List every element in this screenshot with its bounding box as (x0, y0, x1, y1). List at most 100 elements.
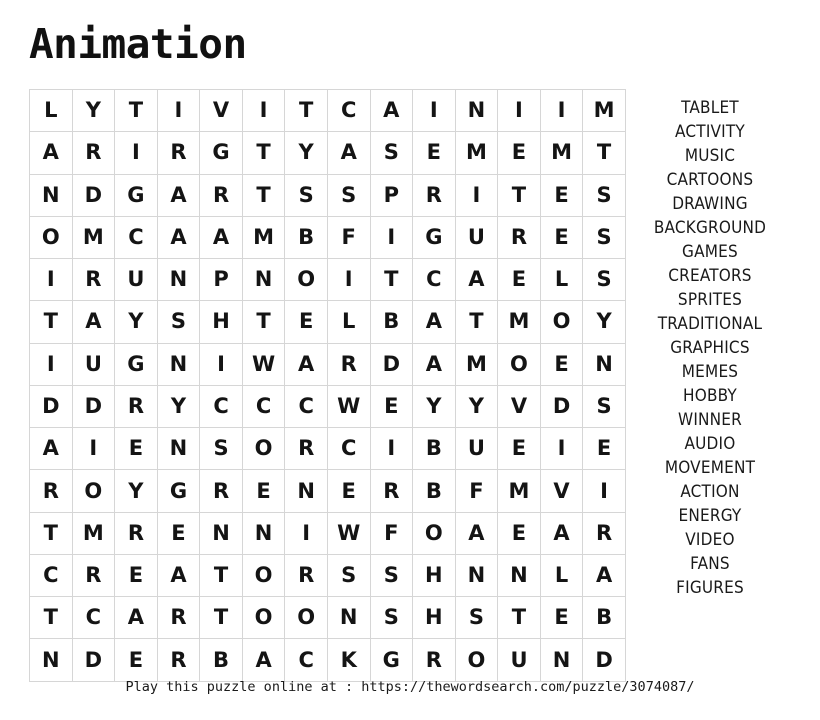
grid-cell[interactable]: G (114, 342, 158, 386)
word-list-item[interactable]: DRAWING (614, 192, 806, 216)
grid-cell[interactable]: A (241, 638, 286, 682)
grid-cell[interactable]: B (412, 469, 456, 513)
grid-cell[interactable]: N (454, 88, 499, 133)
grid-cell[interactable]: S (369, 596, 414, 640)
grid-cell[interactable]: T (284, 88, 328, 133)
grid-cell[interactable]: M (539, 131, 584, 175)
grid-cell[interactable]: V (199, 88, 243, 133)
grid-cell[interactable]: N (326, 596, 371, 640)
grid-cell[interactable]: A (114, 596, 158, 640)
grid-cell[interactable]: C (284, 638, 328, 682)
grid-cell[interactable]: W (326, 511, 371, 555)
grid-cell[interactable]: F (454, 469, 499, 513)
grid-cell[interactable]: N (241, 258, 286, 302)
grid-cell[interactable]: N (29, 638, 73, 682)
grid-cell[interactable]: S (326, 173, 371, 217)
grid-cell[interactable]: P (199, 258, 243, 302)
grid-cell[interactable]: S (284, 173, 328, 217)
grid-cell[interactable]: S (369, 131, 414, 175)
grid-cell[interactable]: R (199, 173, 243, 217)
grid-cell[interactable]: G (114, 173, 158, 217)
grid-cell[interactable]: A (29, 427, 73, 471)
grid-cell[interactable]: I (412, 88, 456, 133)
grid-cell[interactable]: O (71, 469, 116, 513)
grid-cell[interactable]: Y (71, 88, 116, 133)
grid-cell[interactable]: N (156, 427, 201, 471)
grid-cell[interactable]: K (326, 638, 371, 682)
grid-cell[interactable]: I (539, 88, 584, 133)
grid-cell[interactable]: R (71, 553, 116, 598)
grid-cell[interactable]: U (114, 258, 158, 302)
grid-cell[interactable]: I (241, 88, 286, 133)
grid-cell[interactable]: O (284, 596, 328, 640)
grid-cell[interactable]: W (326, 384, 371, 429)
word-list-item[interactable]: GAMES (614, 240, 806, 264)
word-list-item[interactable]: ENERGY (614, 504, 806, 528)
grid-cell[interactable]: A (539, 511, 584, 555)
grid-cell[interactable]: A (156, 173, 201, 217)
grid-cell[interactable]: E (539, 173, 584, 217)
grid-cell[interactable]: Y (114, 469, 158, 513)
grid-cell[interactable]: H (412, 596, 456, 640)
grid-cell[interactable]: N (29, 173, 73, 217)
grid-cell[interactable]: N (199, 511, 243, 555)
grid-cell[interactable]: R (412, 638, 456, 682)
grid-cell[interactable]: L (29, 88, 73, 133)
grid-cell[interactable]: T (497, 596, 541, 640)
grid-cell[interactable]: N (241, 511, 286, 555)
grid-cell[interactable]: D (29, 384, 73, 429)
grid-cell[interactable]: B (369, 300, 414, 344)
grid-cell[interactable]: O (497, 342, 541, 386)
word-list-item[interactable]: ACTIVITY (614, 120, 806, 144)
grid-cell[interactable]: I (369, 215, 414, 260)
grid-cell[interactable]: D (71, 638, 116, 682)
grid-cell[interactable]: P (369, 173, 414, 217)
grid-cell[interactable]: C (326, 427, 371, 471)
grid-cell[interactable]: I (369, 427, 414, 471)
grid-cell[interactable]: H (199, 300, 243, 344)
word-list-item[interactable]: FIGURES (614, 576, 806, 600)
grid-cell[interactable]: U (497, 638, 541, 682)
grid-cell[interactable]: R (156, 596, 201, 640)
word-list-item[interactable]: CARTOONS (614, 168, 806, 192)
word-list-item[interactable]: VIDEO (614, 528, 806, 552)
grid-cell[interactable]: I (454, 173, 499, 217)
grid-cell[interactable]: F (369, 511, 414, 555)
grid-cell[interactable]: O (284, 258, 328, 302)
grid-cell[interactable]: C (241, 384, 286, 429)
word-list-item[interactable]: MEMES (614, 360, 806, 384)
grid-cell[interactable]: I (29, 342, 73, 386)
grid-cell[interactable]: V (539, 469, 584, 513)
grid-cell[interactable]: M (497, 469, 541, 513)
grid-cell[interactable]: E (369, 384, 414, 429)
grid-cell[interactable]: D (71, 384, 116, 429)
word-list-item[interactable]: MOVEMENT (614, 456, 806, 480)
grid-cell[interactable]: D (539, 384, 584, 429)
grid-cell[interactable]: C (326, 88, 371, 133)
grid-cell[interactable]: T (241, 173, 286, 217)
word-list-item[interactable]: SPRITES (614, 288, 806, 312)
grid-cell[interactable]: I (539, 427, 584, 471)
grid-cell[interactable]: E (497, 427, 541, 471)
grid-cell[interactable]: R (199, 469, 243, 513)
grid-cell[interactable]: N (454, 553, 499, 598)
grid-cell[interactable]: H (412, 553, 456, 598)
grid-cell[interactable]: T (29, 596, 73, 640)
grid-cell[interactable]: E (284, 300, 328, 344)
grid-cell[interactable]: E (326, 469, 371, 513)
grid-cell[interactable]: L (539, 258, 584, 302)
grid-cell[interactable]: A (71, 300, 116, 344)
word-list-item[interactable]: TRADITIONAL (614, 312, 806, 336)
grid-cell[interactable]: Y (156, 384, 201, 429)
word-list-item[interactable]: BACKGROUND (614, 216, 806, 240)
grid-cell[interactable]: M (71, 215, 116, 260)
word-list-item[interactable]: CREATORS (614, 264, 806, 288)
grid-cell[interactable]: O (454, 638, 499, 682)
grid-cell[interactable]: A (412, 300, 456, 344)
grid-cell[interactable]: M (241, 215, 286, 260)
grid-cell[interactable]: I (156, 88, 201, 133)
grid-cell[interactable]: C (199, 384, 243, 429)
grid-cell[interactable]: T (454, 300, 499, 344)
grid-cell[interactable]: U (71, 342, 116, 386)
grid-cell[interactable]: A (369, 88, 414, 133)
